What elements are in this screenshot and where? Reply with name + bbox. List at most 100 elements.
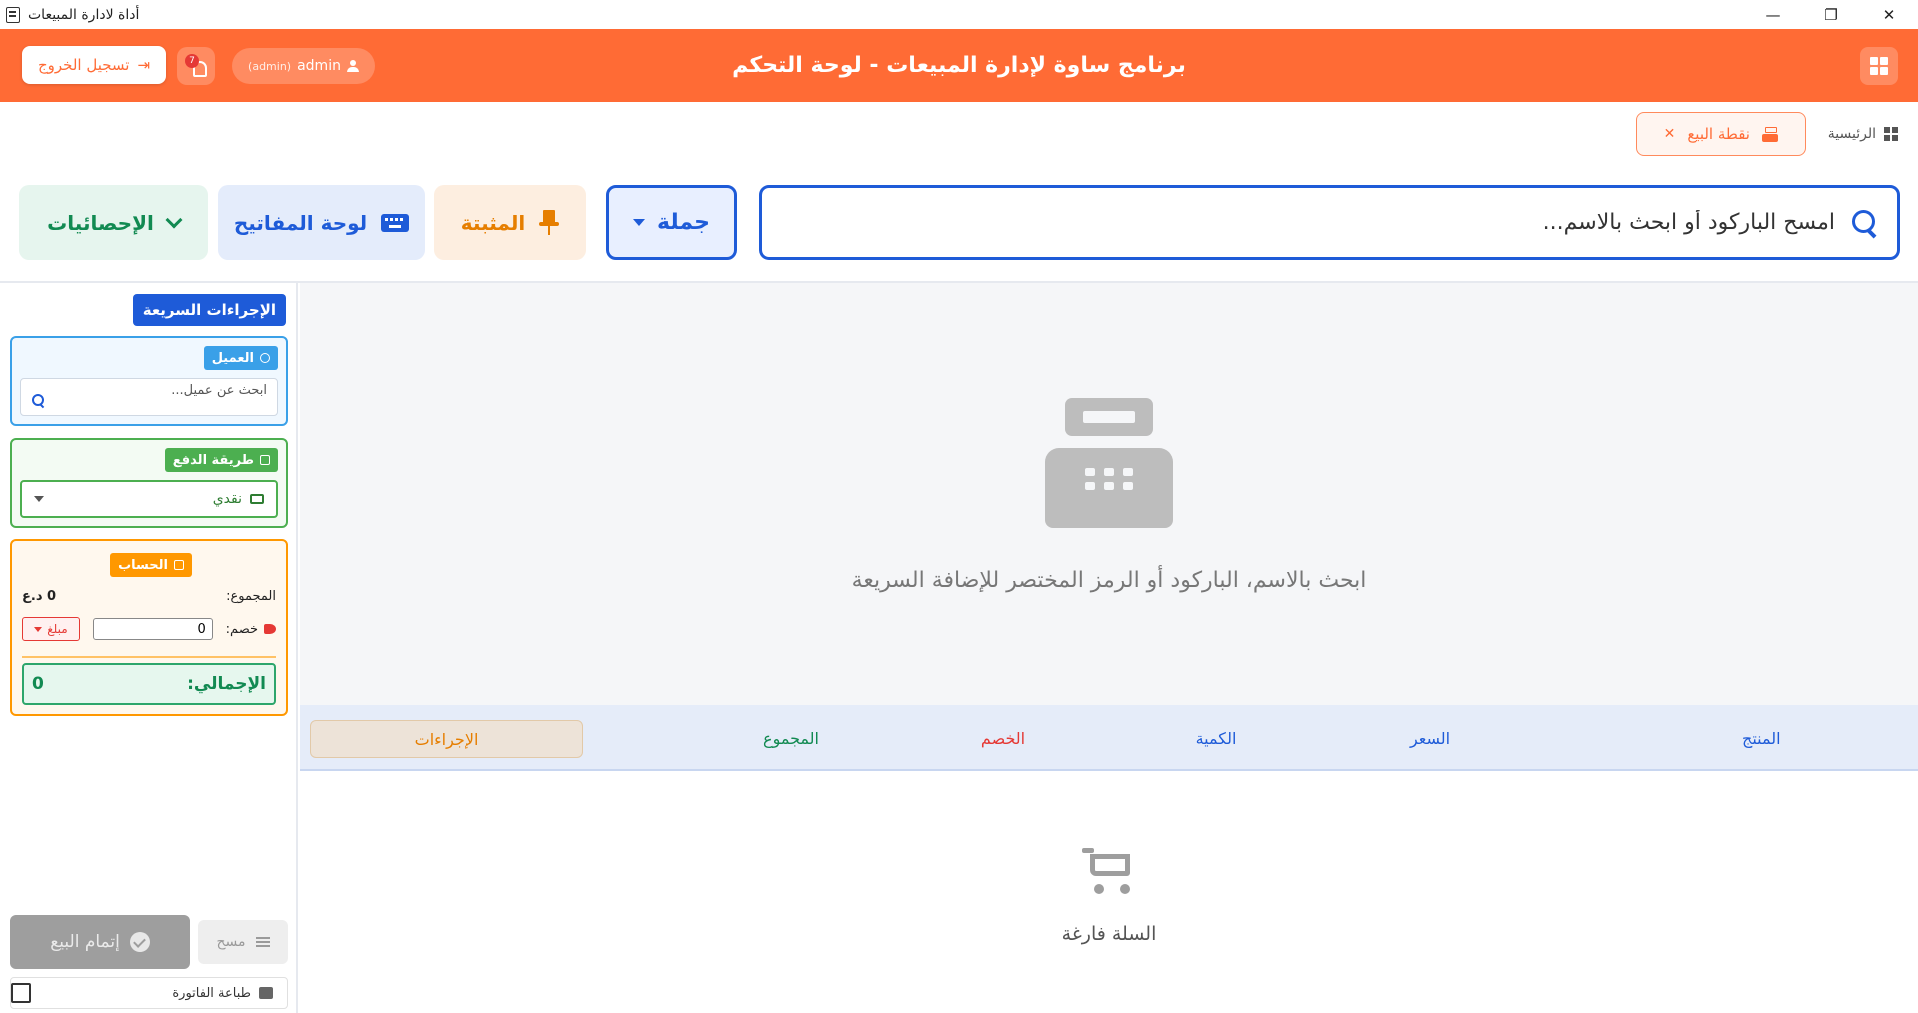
statistics-button[interactable]: الإحصائيات	[19, 185, 208, 260]
customer-label-chip: العميل	[203, 346, 278, 370]
app-header: برنامج ساوة لإدارة المبيعات - لوحة التحك…	[0, 29, 1918, 102]
account-divider	[22, 656, 276, 658]
discount-input[interactable]	[92, 618, 213, 640]
chevron-down-icon	[633, 219, 646, 226]
search-hint-panel: ابحث بالاسم، الباركود أو الرمز المختصر ل…	[300, 283, 1918, 705]
subtotal-label: المجموع:	[226, 589, 276, 604]
printer-icon	[259, 987, 273, 999]
tab-point-of-sale-label: نقطة البيع	[1687, 125, 1750, 143]
payment-method-select[interactable]: نقدي	[20, 480, 278, 518]
payment-method-value: نقدي	[213, 491, 264, 507]
grand-total-row: الإجمالي: 0	[22, 663, 276, 705]
restore-button[interactable]: ❐	[1802, 0, 1860, 29]
discount-row: خصم: مبلغ	[22, 617, 276, 641]
subtotal-value: 0 د.ع	[22, 589, 57, 604]
window-title-area: أداة لادارة المبيعات	[0, 6, 140, 23]
cash-icon	[250, 494, 264, 504]
customer-label: العميل	[211, 350, 254, 366]
print-invoice-label: طباعة الفاتورة	[172, 985, 251, 1001]
search-icon	[31, 393, 45, 407]
customer-search-input[interactable]	[67, 383, 267, 398]
pinned-label: المثبتة	[460, 210, 526, 235]
dashboard-icon	[1870, 57, 1888, 75]
keyboard-label: لوحة المفاتيح	[233, 210, 368, 235]
quick-actions-title: الإجراءات السريعة	[132, 294, 286, 326]
subtotal-row: المجموع: 0 د.ع	[22, 589, 276, 604]
keyboard-button[interactable]: لوحة المفاتيح	[218, 185, 425, 260]
payment-label-chip: طريقة الدفع	[164, 448, 278, 472]
column-header-actions: الإجراءات	[310, 720, 583, 758]
app-icon	[6, 6, 20, 23]
clear-label: مسح	[216, 934, 246, 950]
price-mode-label: جملة	[657, 210, 710, 235]
logout-label: تسجيل الخروج	[37, 56, 130, 74]
tag-icon	[264, 624, 276, 634]
column-header-price: السعر	[1409, 728, 1451, 748]
cash-register-icon	[1761, 126, 1778, 142]
barcode-search-box	[759, 185, 1900, 260]
minimize-button[interactable]: —	[1744, 0, 1802, 29]
discount-label: خصم:	[225, 621, 258, 637]
discount-type-select[interactable]: مبلغ	[22, 617, 80, 641]
pinned-button[interactable]: المثبتة	[434, 185, 586, 260]
user-role: (admin)	[248, 59, 292, 73]
window-titlebar: أداة لادارة المبيعات — ❐ ✕	[0, 0, 1918, 29]
logout-button[interactable]: ⇥ تسجيل الخروج	[22, 46, 166, 84]
window-controls: — ❐ ✕	[1744, 0, 1918, 29]
grand-total-value: 0	[32, 674, 44, 694]
price-mode-select[interactable]: جملة	[606, 185, 737, 260]
breadcrumb-home-label: الرئيسية	[1827, 126, 1876, 142]
payment-card: طريقة الدفع نقدي	[10, 438, 288, 528]
account-label-chip: الحساب	[110, 553, 192, 577]
account-card: الحساب المجموع: 0 د.ع خصم: مبلغ الإجمالي…	[10, 539, 288, 716]
person-icon	[260, 353, 270, 363]
chevron-down-icon	[34, 626, 43, 632]
column-header-total: المجموع	[763, 728, 819, 748]
column-header-discount: الخصم	[980, 728, 1026, 748]
discount-label-group: خصم:	[226, 622, 276, 637]
breadcrumb-home[interactable]: الرئيسية	[1828, 126, 1898, 142]
user-name: admin	[297, 58, 341, 74]
column-header-quantity: الكمية	[1195, 728, 1237, 748]
grand-total-label: الإجمالي:	[187, 674, 266, 694]
payment-method-text: نقدي	[212, 491, 242, 507]
complete-sale-label: إتمام البيع	[50, 932, 120, 952]
customer-search-box	[20, 378, 278, 416]
discount-type-label: مبلغ	[47, 622, 68, 636]
print-invoice-checkbox[interactable]	[11, 983, 31, 1003]
empty-cart-panel: السلة فارغة	[300, 771, 1918, 1013]
home-grid-icon	[1884, 127, 1898, 141]
column-header-product: المنتج	[1742, 728, 1781, 748]
close-tab-icon[interactable]: ✕	[1664, 126, 1676, 142]
window-title: أداة لادارة المبيعات	[28, 6, 140, 23]
notification-badge: 7	[185, 54, 199, 68]
empty-cart-text: السلة فارغة	[1061, 923, 1157, 945]
user-menu[interactable]: (admin) admin	[232, 48, 375, 84]
statistics-label: الإحصائيات	[47, 210, 154, 235]
cash-register-icon	[1045, 398, 1173, 528]
tab-point-of-sale[interactable]: نقطة البيع ✕	[1635, 112, 1806, 156]
barcode-search-input[interactable]	[835, 210, 1835, 235]
payment-label: طريقة الدفع	[172, 452, 254, 468]
dashboard-button[interactable]	[1860, 47, 1898, 85]
close-button[interactable]: ✕	[1860, 0, 1918, 29]
person-icon	[346, 60, 359, 72]
clear-lines-icon	[255, 937, 270, 947]
search-hint-text: ابحث بالاسم، الباركود أو الرمز المختصر ل…	[851, 568, 1367, 593]
credit-card-icon	[260, 455, 270, 465]
chevron-down-icon	[165, 211, 183, 228]
pin-icon	[539, 209, 560, 236]
customer-card: العميل	[10, 336, 288, 426]
sidebar: الإجراءات السريعة العميل طريقة الدفع نقد…	[0, 283, 298, 1013]
calculator-icon	[174, 560, 184, 570]
account-label: الحساب	[118, 557, 168, 573]
notifications-button[interactable]: 7	[177, 47, 215, 85]
complete-sale-button[interactable]: إتمام البيع	[10, 915, 190, 969]
chevron-down-icon	[34, 496, 44, 502]
check-circle-icon	[129, 932, 150, 952]
clear-button[interactable]: مسح	[198, 920, 288, 964]
keyboard-icon	[381, 213, 410, 232]
print-invoice-row[interactable]: طباعة الفاتورة	[10, 977, 288, 1009]
logout-icon: ⇥	[137, 56, 151, 74]
cart-table-header: المنتج السعر الكمية الخصم المجموع الإجرا…	[300, 705, 1918, 771]
